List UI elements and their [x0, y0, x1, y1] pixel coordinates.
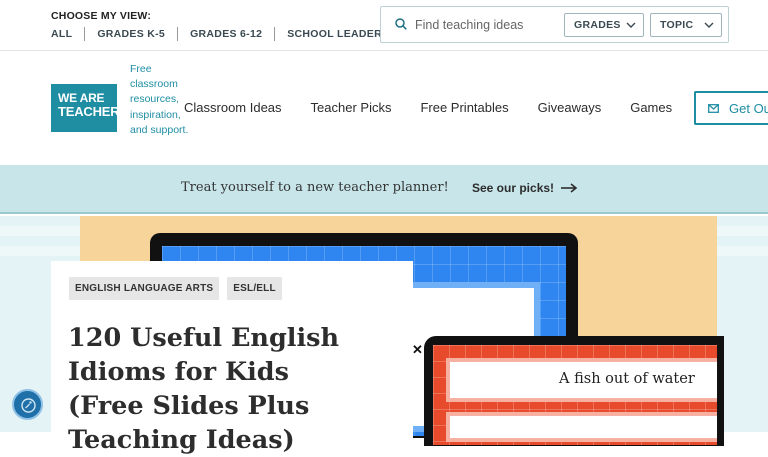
view-school-leaders-link[interactable]: SCHOOL LEADERS: [287, 28, 389, 40]
divider: [177, 27, 179, 41]
top-utility-bar: CHOOSE MY VIEW: ALL GRADES K-5 GRADES 6-…: [0, 0, 768, 51]
search-icon[interactable]: [395, 18, 407, 30]
nav-item-free-printables[interactable]: Free Printables: [420, 100, 508, 115]
chevron-down-icon: [704, 22, 714, 28]
nav-item-classroom-ideas[interactable]: Classroom Ideas: [184, 100, 282, 115]
accessibility-button[interactable]: [12, 389, 43, 420]
tag-english-language-arts[interactable]: ENGLISH LANGUAGE ARTS: [69, 277, 220, 300]
article-title: 120 Useful English Idioms for Kids (Free…: [68, 323, 340, 455]
site-tagline: Free classroom resources, inspiration, a…: [130, 63, 189, 136]
promo-banner-text: Treat yourself to a new teacher planner!: [181, 180, 449, 195]
promo-banner-link[interactable]: See our picks!: [472, 181, 578, 195]
grades-dropdown[interactable]: GRADES: [564, 13, 644, 37]
divider: [84, 27, 86, 41]
idiom-card: [446, 412, 717, 442]
logo-line-2: TEACHERS: [58, 104, 128, 119]
nav-item-giveaways[interactable]: Giveaways: [538, 100, 602, 115]
view-grades-6-12-link[interactable]: GRADES 6-12: [190, 28, 262, 40]
promo-banner: Treat yourself to a new teacher planner!…: [0, 165, 768, 214]
site-logo[interactable]: WE ARE TEACHERS: [51, 84, 128, 132]
article-tags: ENGLISH LANGUAGE ARTS ESL/ELL: [69, 277, 290, 300]
newsletter-signup-label: Get Ou: [729, 100, 768, 116]
nav-item-teacher-picks[interactable]: Teacher Picks: [311, 100, 392, 115]
nav-links: Classroom Ideas Teacher Picks Free Print…: [184, 100, 701, 115]
divider: [274, 27, 276, 41]
grades-dropdown-label: GRADES: [574, 19, 621, 31]
close-icon: ✕: [412, 342, 423, 357]
search-bar: GRADES TOPIC: [380, 6, 729, 43]
promo-banner-link-label: See our picks!: [472, 181, 555, 195]
idiom-card-text: A fish out of water: [559, 371, 695, 387]
choose-view-label: CHOOSE MY VIEW:: [51, 10, 152, 22]
tag-esl-ell[interactable]: ESL/ELL: [227, 277, 282, 300]
main-navigation: WE ARE TEACHERS Free classroom resources…: [0, 52, 768, 165]
topic-dropdown[interactable]: TOPIC: [650, 13, 722, 37]
topic-dropdown-label: TOPIC: [660, 19, 694, 31]
mail-icon: [708, 103, 719, 113]
view-all-link[interactable]: ALL: [51, 28, 72, 40]
view-grades-k5-link[interactable]: GRADES K-5: [97, 28, 165, 40]
arrow-right-icon: [561, 183, 578, 193]
search-input[interactable]: [415, 15, 565, 35]
nav-item-games[interactable]: Games: [630, 100, 672, 115]
accessibility-icon: [21, 398, 36, 413]
newsletter-signup-button[interactable]: Get Ou: [694, 91, 768, 125]
article-header-card: ENGLISH LANGUAGE ARTS ESL/ELL 120 Useful…: [51, 261, 413, 455]
chevron-down-icon: [626, 22, 636, 28]
view-filter-links: ALL GRADES K-5 GRADES 6-12 SCHOOL LEADER…: [51, 27, 389, 41]
